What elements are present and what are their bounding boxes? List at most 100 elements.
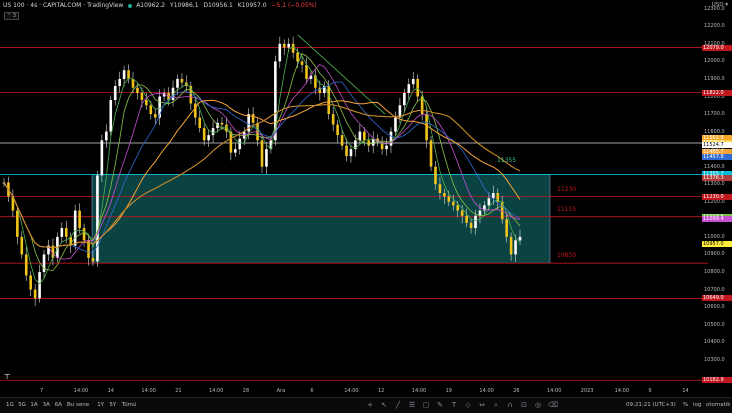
measure-icon[interactable]: ⇔	[478, 401, 486, 409]
percent-toggle[interactable]: %	[683, 402, 688, 408]
time-tick-label: 26	[513, 388, 520, 394]
timeframe-button[interactable]: Tümü	[122, 402, 137, 408]
candle-down	[425, 114, 428, 141]
candle-up	[60, 228, 64, 237]
magnet-icon[interactable]: ∩	[506, 401, 514, 409]
candle-up	[514, 240, 517, 255]
text-icon[interactable]: T	[450, 401, 458, 409]
pattern-icon[interactable]: ◇	[464, 401, 472, 409]
price-tag: 10649.0	[702, 295, 732, 302]
timeframe-button[interactable]: 5Y	[109, 402, 116, 408]
candle-up	[118, 78, 121, 86]
time-tick-label: 14:00	[141, 388, 156, 394]
candle-up	[211, 128, 215, 136]
candle-up	[358, 131, 362, 141]
timeframe-button[interactable]: 1G	[6, 402, 14, 408]
time-tick-label: 9	[648, 388, 652, 394]
candle-down	[282, 43, 286, 48]
candle-up	[394, 117, 397, 132]
support-zone	[91, 174, 551, 264]
candle-up	[411, 78, 415, 85]
time-tick-label: 14:00	[209, 388, 224, 394]
candle-up	[113, 85, 117, 101]
price-tick-label: 11200.0	[704, 198, 725, 205]
timeframe-button[interactable]: 6A	[55, 402, 62, 408]
candle-down	[140, 92, 144, 101]
candle-down	[305, 64, 308, 79]
time-tick-label: 14:00	[614, 388, 630, 394]
candle-down	[149, 105, 153, 115]
brush-icon[interactable]: ✎	[436, 401, 444, 409]
candle-down	[16, 210, 19, 237]
zoom-icon[interactable]: ⌕	[492, 401, 500, 409]
price-tag: 10957.0	[702, 241, 732, 248]
crosshair-icon[interactable]: +	[366, 401, 374, 409]
timeframe-button[interactable]: 1A	[30, 402, 37, 408]
timeframe-button[interactable]: 3A	[43, 402, 50, 408]
price-chart[interactable]	[0, 0, 732, 397]
time-tick-label: 14:00	[479, 388, 494, 394]
time-tick-label: 14	[107, 388, 114, 394]
timeframe-button[interactable]: Bu sene	[67, 402, 89, 408]
timeframe-button[interactable]: 1Y	[97, 402, 104, 408]
cursor-icon[interactable]: ↖	[380, 401, 388, 409]
candle-down	[443, 193, 446, 197]
time-tick-label: Ara	[276, 388, 286, 394]
price-tag: 11099.4	[702, 216, 732, 223]
tradingview-logo[interactable]: ⊤	[4, 373, 14, 381]
price-tick-label: 10300.0	[704, 356, 725, 363]
hide-icon[interactable]: ◎	[534, 401, 542, 409]
annotation-10850: 10850	[557, 252, 577, 259]
candle-up	[100, 140, 104, 176]
price-tick-label: 10900.0	[704, 251, 725, 258]
candle-down	[336, 124, 339, 136]
time-tick-label: 6	[310, 388, 314, 394]
chart-header: US 100 · 4s · CAPITALCOM · TradingView A…	[3, 2, 320, 9]
clock-time[interactable]: 09:21:21 (UTC+3)	[626, 402, 676, 408]
ohlc-change: −5.1 (−0.05%)	[271, 2, 317, 9]
candle-up	[287, 43, 290, 48]
candle-up	[474, 215, 477, 229]
lock-icon[interactable]: ⊡	[520, 401, 528, 409]
candle-up	[38, 271, 41, 299]
auto-toggle[interactable]: otomatik	[706, 402, 730, 408]
log-toggle[interactable]: log	[693, 402, 701, 408]
candle-down	[363, 131, 366, 141]
candle-down	[460, 210, 464, 216]
ohlc-low: D10956.1	[203, 2, 233, 9]
candle-up	[407, 84, 411, 93]
candle-down	[136, 87, 139, 93]
candle-down	[193, 103, 197, 118]
market-open-icon	[128, 3, 133, 8]
price-tick-label: 11400.0	[704, 163, 725, 170]
candle-up	[234, 149, 237, 153]
candle-down	[202, 128, 206, 141]
time-tick-label: 2023	[580, 388, 594, 394]
fib-icon[interactable]: ☰	[408, 401, 416, 409]
candle-down	[434, 166, 437, 185]
indicator-collapse-button[interactable]: ⌃ 3	[4, 12, 19, 20]
trendline-icon[interactable]: ╱	[394, 401, 402, 409]
time-tick-label: 14:00	[411, 388, 427, 394]
candle-down	[416, 78, 419, 97]
candle-down	[469, 222, 473, 229]
price-tag: 12079.0	[702, 44, 732, 51]
candle-down	[220, 122, 224, 125]
candle-up	[487, 198, 491, 206]
price-tick-label: 12000.0	[704, 58, 725, 65]
candle-down	[131, 78, 135, 88]
candle-down	[153, 114, 157, 118]
timeframe-button[interactable]: 5G	[18, 402, 26, 408]
trash-icon[interactable]: ⌫	[548, 401, 558, 409]
candle-up	[122, 70, 126, 79]
candle-up	[389, 131, 393, 146]
candle-down	[465, 215, 468, 223]
price-tick-label: 12300.0	[704, 5, 725, 12]
candle-down	[300, 61, 304, 65]
candle-down	[127, 70, 130, 79]
candle-up	[518, 236, 522, 241]
symbol-label[interactable]: US 100 · 4s · CAPITALCOM · TradingView	[3, 2, 123, 9]
candle-up	[492, 193, 495, 199]
candle-up	[73, 210, 77, 246]
rectangle-icon[interactable]: ▢	[422, 401, 430, 409]
